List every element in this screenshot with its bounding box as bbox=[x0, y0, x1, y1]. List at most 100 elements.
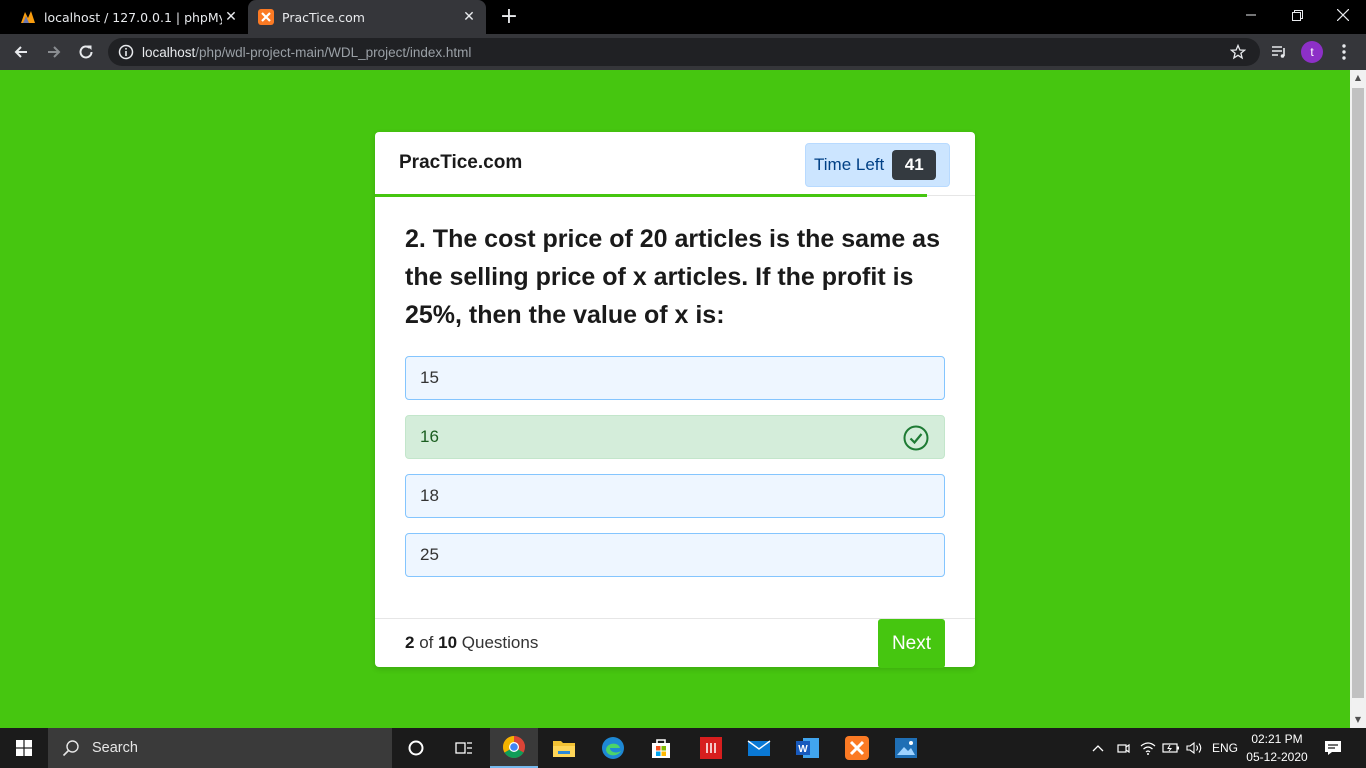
quiz-card: PracTice.com Time Left 41 2. The cost pr… bbox=[375, 132, 975, 668]
url-host: localhost bbox=[142, 44, 196, 60]
option-2-correct[interactable]: 16 bbox=[405, 415, 945, 459]
word-button[interactable]: W bbox=[784, 728, 832, 768]
page-viewport: PracTice.com Time Left 41 2. The cost pr… bbox=[0, 70, 1350, 728]
taskbar-search[interactable]: Search bbox=[48, 728, 392, 768]
tab-title: PracTice.com bbox=[282, 9, 365, 25]
phpmyadmin-icon bbox=[21, 11, 35, 23]
timer-label: Time Left bbox=[814, 155, 885, 174]
forward-button[interactable] bbox=[42, 40, 66, 64]
url-path: /php/wdl-project-main/WDL_project/index.… bbox=[195, 44, 472, 60]
windows-logo-icon bbox=[16, 740, 32, 756]
url-text: localhost/php/wdl-project-main/WDL_proje… bbox=[142, 45, 471, 60]
chrome-taskbar-button[interactable] bbox=[490, 728, 538, 768]
option-label: 25 bbox=[420, 545, 439, 564]
wifi-tray[interactable] bbox=[1140, 728, 1156, 768]
reload-icon bbox=[79, 45, 93, 59]
volume-tray[interactable] bbox=[1186, 728, 1204, 768]
minimize-icon bbox=[1246, 14, 1256, 16]
word-icon: W bbox=[796, 738, 819, 758]
file-explorer-button[interactable] bbox=[540, 728, 588, 768]
page-scrollbar[interactable]: ▲ ▼ bbox=[1350, 70, 1366, 728]
clock-date: 05-12-2020 bbox=[1246, 750, 1308, 764]
playlist-icon bbox=[1272, 46, 1285, 58]
quiz-header: PracTice.com Time Left 41 bbox=[375, 132, 975, 196]
photos-button[interactable] bbox=[882, 728, 930, 768]
option-label: 18 bbox=[420, 486, 439, 505]
next-button[interactable]: Next bbox=[878, 619, 945, 668]
option-label: 16 bbox=[420, 427, 439, 446]
profile-button[interactable]: t bbox=[1300, 40, 1324, 64]
scrollbar-thumb[interactable] bbox=[1352, 88, 1364, 698]
option-label: 15 bbox=[420, 368, 439, 387]
timer-box: Time Left 41 bbox=[805, 143, 950, 187]
chrome-icon bbox=[503, 736, 525, 758]
mail-button[interactable] bbox=[735, 728, 783, 768]
edge-icon bbox=[602, 737, 624, 759]
photos-icon bbox=[895, 738, 917, 758]
minimize-button[interactable] bbox=[1228, 0, 1274, 30]
svg-text:W: W bbox=[798, 744, 808, 755]
search-placeholder: Search bbox=[92, 740, 138, 756]
clock-time: 02:21 PM bbox=[1251, 732, 1303, 746]
store-button[interactable] bbox=[637, 728, 685, 768]
notification-icon bbox=[1325, 741, 1341, 755]
show-hidden-icons-button[interactable] bbox=[1092, 728, 1104, 768]
tab-title: localhost / 127.0.0.1 | phpMyAdm bbox=[44, 9, 222, 25]
wifi-icon bbox=[1140, 742, 1156, 755]
check-circle-icon bbox=[903, 425, 929, 451]
question-counter: 2 of 10 Questions bbox=[405, 633, 538, 653]
red-app-icon bbox=[700, 737, 722, 759]
arrow-left-icon bbox=[14, 46, 27, 58]
avatar: t bbox=[1301, 41, 1323, 63]
battery-charging-icon bbox=[1162, 743, 1179, 753]
mail-icon bbox=[747, 740, 771, 756]
task-view-button[interactable] bbox=[440, 728, 488, 768]
close-icon bbox=[1337, 9, 1349, 21]
camera-icon bbox=[1117, 743, 1130, 754]
windows-taskbar: Search W ENG 02:21 PM 05-12-2020 bbox=[0, 728, 1366, 768]
folder-icon bbox=[553, 741, 575, 757]
cortana-button[interactable] bbox=[392, 728, 440, 768]
timer-value: 41 bbox=[892, 150, 937, 180]
restore-icon bbox=[1291, 9, 1303, 21]
tab-phpmyadmin[interactable]: localhost / 127.0.0.1 | phpMyAdm ✕ bbox=[8, 0, 248, 34]
search-icon bbox=[62, 740, 79, 757]
xampp-icon bbox=[258, 9, 274, 25]
xampp-icon bbox=[845, 736, 869, 760]
close-tab-icon[interactable]: ✕ bbox=[460, 8, 478, 26]
address-bar[interactable]: localhost/php/wdl-project-main/WDL_proje… bbox=[108, 38, 1260, 66]
battery-tray[interactable] bbox=[1162, 728, 1180, 768]
reload-button[interactable] bbox=[74, 40, 98, 64]
bookmark-star-icon[interactable] bbox=[1230, 44, 1246, 60]
info-icon[interactable] bbox=[118, 44, 134, 60]
of-word: of bbox=[419, 633, 434, 652]
cortana-icon bbox=[408, 740, 424, 756]
option-3[interactable]: 18 bbox=[405, 474, 945, 518]
taskbar-clock[interactable]: 02:21 PM 05-12-2020 bbox=[1240, 730, 1314, 766]
app-red-button[interactable] bbox=[687, 728, 735, 768]
media-control-button[interactable] bbox=[1267, 40, 1291, 64]
option-1[interactable]: 15 bbox=[405, 356, 945, 400]
start-button[interactable] bbox=[0, 728, 48, 768]
tab-practice[interactable]: PracTice.com ✕ bbox=[248, 0, 486, 34]
site-title: PracTice.com bbox=[399, 152, 523, 173]
speaker-icon bbox=[1186, 741, 1202, 755]
back-button[interactable] bbox=[9, 40, 33, 64]
restore-button[interactable] bbox=[1274, 0, 1320, 30]
close-window-button[interactable] bbox=[1320, 0, 1366, 30]
new-tab-button[interactable]: + bbox=[498, 6, 520, 28]
browser-menu-button[interactable] bbox=[1332, 40, 1356, 64]
current-question-number: 2 bbox=[405, 633, 415, 652]
xampp-button[interactable] bbox=[833, 728, 881, 768]
action-center-button[interactable] bbox=[1324, 728, 1342, 768]
close-tab-icon[interactable]: ✕ bbox=[222, 8, 240, 26]
scroll-up-icon[interactable]: ▲ bbox=[1354, 74, 1362, 82]
language-indicator[interactable]: ENG bbox=[1212, 728, 1238, 768]
meet-now-tray[interactable] bbox=[1116, 728, 1130, 768]
quiz-footer: 2 of 10 Questions Next bbox=[375, 618, 975, 668]
edge-button[interactable] bbox=[589, 728, 637, 768]
arrow-right-icon bbox=[48, 46, 61, 58]
scroll-down-icon[interactable]: ▼ bbox=[1354, 716, 1362, 724]
task-view-icon bbox=[455, 742, 472, 754]
option-4[interactable]: 25 bbox=[405, 533, 945, 577]
